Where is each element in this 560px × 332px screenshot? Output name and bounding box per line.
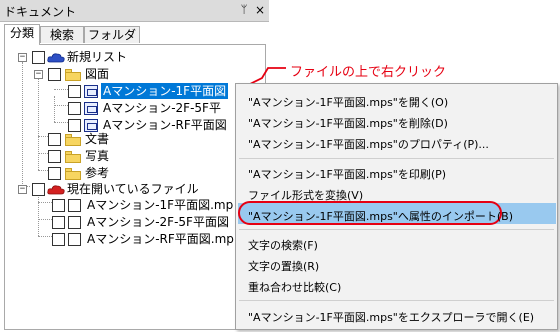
menu-item-delete[interactable]: "Aマンション-1F平面図.mps"を削除(D) bbox=[248, 115, 448, 131]
annotation-text: ファイルの上で右クリック bbox=[290, 65, 447, 80]
context-menu: "Aマンション-1F平面図.mps"を開く(O) "Aマンション-1F平面図.m… bbox=[235, 83, 558, 330]
menu-item-import-attributes[interactable]: "Aマンション-1F平面図.mps"へ属性のインポート(B) bbox=[248, 208, 513, 224]
tab-category[interactable]: 分類 bbox=[4, 24, 40, 45]
menu-item-open[interactable]: "Aマンション-1F平面図.mps"を開く(O) bbox=[248, 94, 448, 110]
menu-separator bbox=[239, 229, 554, 230]
menu-item-convert-format[interactable]: ファイル形式を変換(V) bbox=[248, 187, 363, 203]
menu-item-replace-text[interactable]: 文字の置換(R) bbox=[248, 258, 319, 274]
menu-separator bbox=[239, 158, 554, 159]
menu-item-overlay-compare[interactable]: 重ね合わせ比較(C) bbox=[248, 279, 341, 295]
menu-item-open-in-explorer[interactable]: "Aマンション-1F平面図.mps"をエクスプローラで開く(E) bbox=[248, 309, 534, 325]
menu-item-properties[interactable]: "Aマンション-1F平面図.mps"のプロパティ(P)... bbox=[248, 136, 489, 152]
menu-item-find-text[interactable]: 文字の検索(F) bbox=[248, 237, 318, 253]
menu-separator bbox=[239, 300, 554, 301]
menu-item-print[interactable]: "Aマンション-1F平面図.mps"を印刷(P) bbox=[248, 166, 446, 182]
